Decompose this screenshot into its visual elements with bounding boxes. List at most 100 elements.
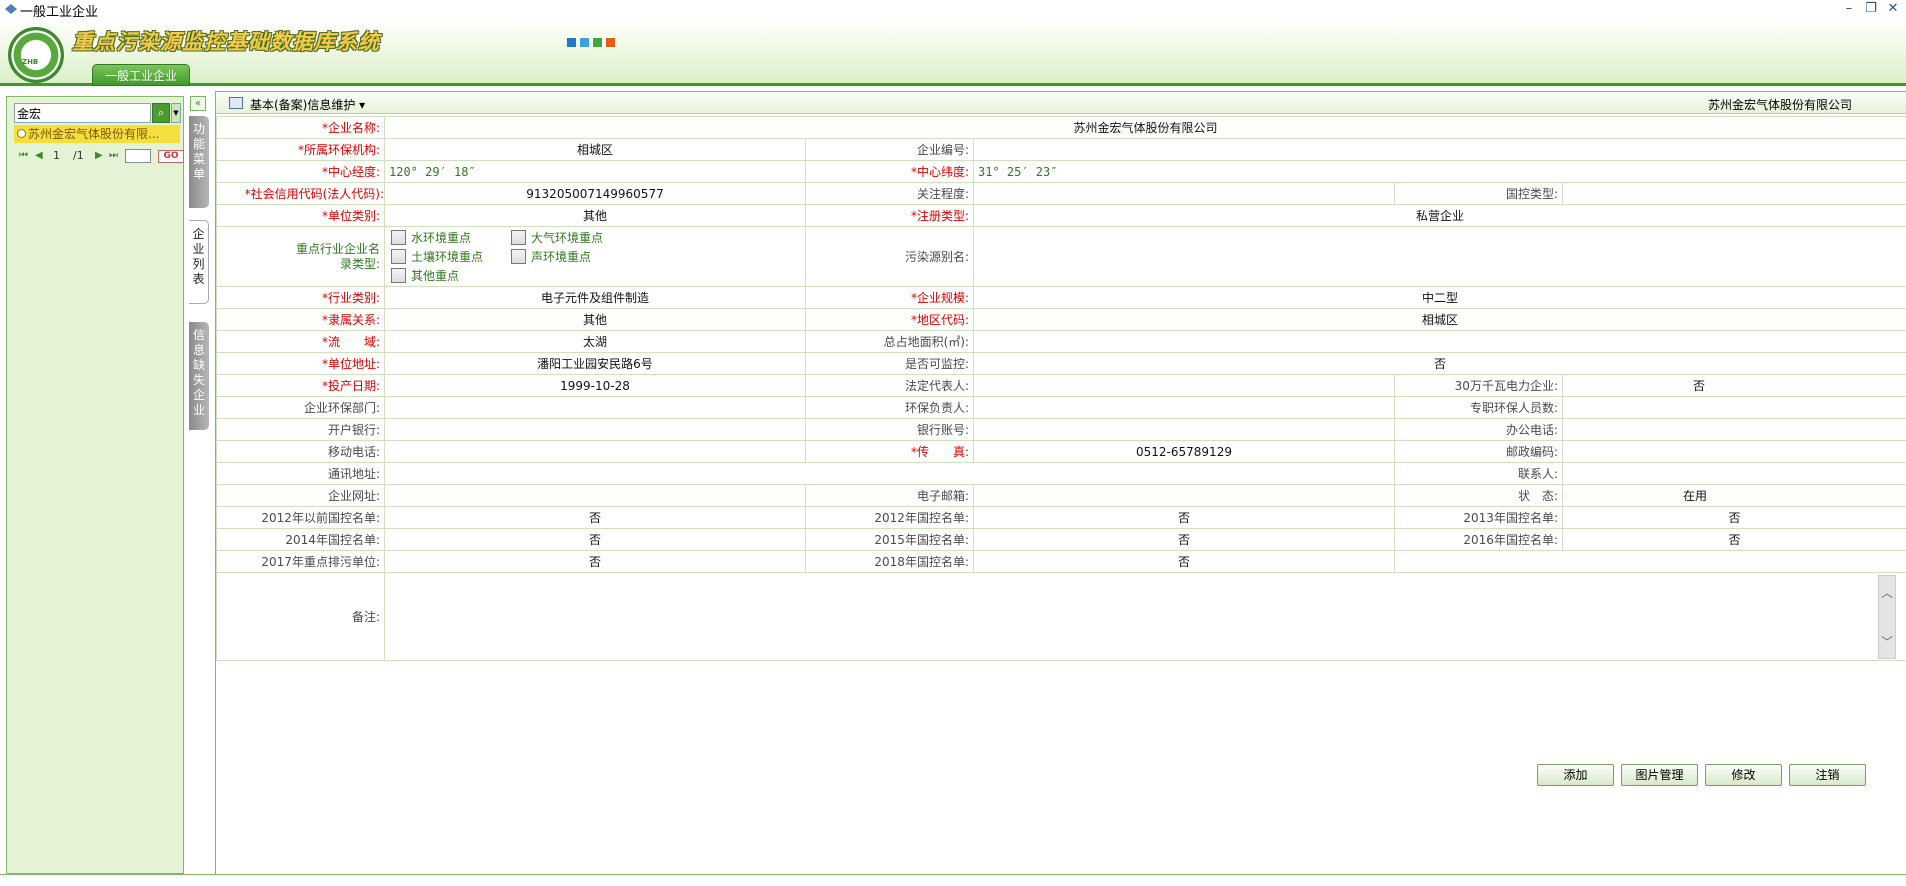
field-label: 重点行业企业名录类型:: [216, 226, 385, 287]
image-manage-button[interactable]: 图片管理: [1621, 764, 1698, 786]
theme-blue-square[interactable]: [566, 37, 577, 48]
email-field[interactable]: [973, 484, 1395, 507]
notes-scrollbar[interactable]: ︿ ﹀: [1878, 575, 1897, 659]
enterprise-scale-field[interactable]: 中二型: [972, 286, 1906, 309]
checkbox-air[interactable]: 大气环境重点: [511, 228, 631, 247]
enterprise-name-field[interactable]: 苏州金宏气体股份有限公司: [383, 116, 1906, 139]
power-300mw-field[interactable]: 否: [1561, 374, 1906, 397]
scroll-down-icon[interactable]: ﹀: [1881, 633, 1893, 650]
website-field[interactable]: [384, 484, 806, 507]
attention-level-field[interactable]: [973, 182, 1395, 205]
notes-textarea[interactable]: ︿ ﹀: [383, 572, 1906, 661]
list-pre2012-field[interactable]: 否: [384, 506, 806, 529]
tab-function-menu[interactable]: 功 能 菜 单: [189, 116, 209, 208]
status-field[interactable]: 在用: [1561, 484, 1906, 507]
production-date-field[interactable]: 1999-10-28: [384, 374, 806, 397]
enterprise-code-field[interactable]: [972, 138, 1906, 161]
bank-account-field[interactable]: [973, 418, 1395, 441]
table-row: *流 域: 太湖 总占地面积(㎡):: [216, 330, 1906, 353]
affiliation-field[interactable]: 其他: [384, 308, 806, 331]
table-row: 移动电话: *传 真: 0512-65789129 邮政编码:: [216, 440, 1906, 463]
prev-page-icon[interactable]: ◀: [35, 150, 47, 162]
tab-char: 业: [192, 242, 205, 256]
env-staff-field[interactable]: [1561, 396, 1906, 419]
list-2018-field[interactable]: 否: [973, 550, 1395, 573]
mail-address-field[interactable]: [384, 462, 1395, 485]
postcode-field[interactable]: [1561, 440, 1906, 463]
office-phone-field[interactable]: [1561, 418, 1906, 441]
edit-button[interactable]: 修改: [1705, 764, 1782, 786]
floor-area-field[interactable]: [972, 330, 1906, 353]
table-row: 通讯地址: 联系人:: [216, 462, 1906, 485]
unit-category-field[interactable]: 其他: [384, 204, 806, 227]
form-icon: [229, 97, 243, 109]
cancel-registration-button[interactable]: 注销: [1789, 764, 1866, 786]
list-2012-field[interactable]: 否: [973, 506, 1395, 529]
monitorable-field[interactable]: 否: [972, 352, 1906, 375]
table-row: 2012年以前国控名单: 否 2012年国控名单: 否 2013年国控名单: 否: [216, 506, 1906, 529]
unit-address-field[interactable]: 潘阳工业园安民路6号: [384, 352, 806, 375]
theme-switcher[interactable]: [566, 37, 616, 48]
key-2017-field[interactable]: 否: [384, 550, 806, 573]
logo-text: ZHB: [22, 58, 39, 66]
field-label: 是否可监控:: [805, 352, 974, 375]
scroll-up-icon[interactable]: ︿: [1881, 584, 1893, 601]
page-jump-input[interactable]: [125, 149, 151, 163]
pollution-alias-field[interactable]: [972, 226, 1906, 287]
page-number: 1: [53, 149, 60, 162]
field-label: 国控类型:: [1394, 182, 1563, 205]
list-2013-field[interactable]: 否: [1561, 506, 1906, 529]
tab-char: 表: [192, 272, 205, 286]
search-input[interactable]: [14, 103, 151, 123]
last-page-icon[interactable]: ⏭: [109, 150, 121, 162]
search-icon[interactable]: ⌕: [152, 103, 170, 123]
credit-code-field[interactable]: 913205007149960577: [384, 182, 806, 205]
minimize-button[interactable]: –: [1842, 1, 1856, 16]
next-page-icon[interactable]: ▶: [95, 150, 107, 162]
legal-rep-field[interactable]: [973, 374, 1395, 397]
theme-green-square[interactable]: [592, 37, 603, 48]
fax-field[interactable]: 0512-65789129: [973, 440, 1395, 463]
field-label: *传 真:: [805, 440, 974, 463]
list-2016-field[interactable]: 否: [1561, 528, 1906, 551]
basin-field[interactable]: 太湖: [384, 330, 806, 353]
add-button[interactable]: 添加: [1537, 764, 1614, 786]
section-menu[interactable]: 基本(备案)信息维护 ▾: [250, 96, 365, 113]
industry-category-field[interactable]: 电子元件及组件制造: [384, 286, 806, 309]
theme-lightblue-square[interactable]: [579, 37, 590, 48]
env-manager-field[interactable]: [973, 396, 1395, 419]
checkbox-water[interactable]: 水环境重点: [391, 228, 511, 247]
table-row: *企业名称: 苏州金宏气体股份有限公司: [216, 116, 1906, 139]
first-page-icon[interactable]: ⏮: [19, 150, 31, 162]
close-button[interactable]: ✕: [1886, 1, 1900, 16]
field-label: *流 域:: [216, 330, 385, 353]
registration-type-field[interactable]: 私营企业: [972, 204, 1906, 227]
env-dept-field[interactable]: [384, 396, 806, 419]
list-2015-field[interactable]: 否: [973, 528, 1395, 551]
checkbox-icon: [511, 249, 526, 264]
region-code-field[interactable]: 相城区: [972, 308, 1906, 331]
checkbox-soil[interactable]: 土壤环境重点: [391, 247, 511, 266]
checkbox-noise[interactable]: 声环境重点: [511, 247, 631, 266]
field-label: 办公电话:: [1394, 418, 1563, 441]
longitude-field[interactable]: 120° 29′ 18″: [384, 160, 806, 183]
tab-general-industrial[interactable]: 一般工业企业: [92, 64, 190, 86]
theme-orange-square[interactable]: [605, 37, 616, 48]
go-button[interactable]: GO: [158, 150, 184, 163]
list-2014-field[interactable]: 否: [384, 528, 806, 551]
contact-field[interactable]: [1561, 462, 1906, 485]
tab-missing-info-enterprise[interactable]: 信 息 缺 失 企 业: [189, 322, 209, 430]
env-agency-field[interactable]: 相城区: [384, 138, 806, 161]
list-item[interactable]: 苏州金宏气体股份有限...: [14, 125, 180, 143]
mobile-field[interactable]: [384, 440, 806, 463]
restore-button[interactable]: ❐: [1864, 1, 1878, 16]
bank-field[interactable]: [384, 418, 806, 441]
search-dropdown-icon[interactable]: ▼: [171, 103, 181, 123]
latitude-field[interactable]: 31° 25′ 23″: [972, 160, 1906, 183]
field-label: *单位类别:: [216, 204, 385, 227]
field-label: 通讯地址:: [216, 462, 385, 485]
collapse-icon[interactable]: «: [190, 96, 206, 111]
national-control-type-field[interactable]: [1561, 182, 1906, 205]
checkbox-other[interactable]: 其他重点: [391, 266, 511, 285]
tab-enterprise-list[interactable]: 企 业 列 表: [189, 220, 209, 304]
